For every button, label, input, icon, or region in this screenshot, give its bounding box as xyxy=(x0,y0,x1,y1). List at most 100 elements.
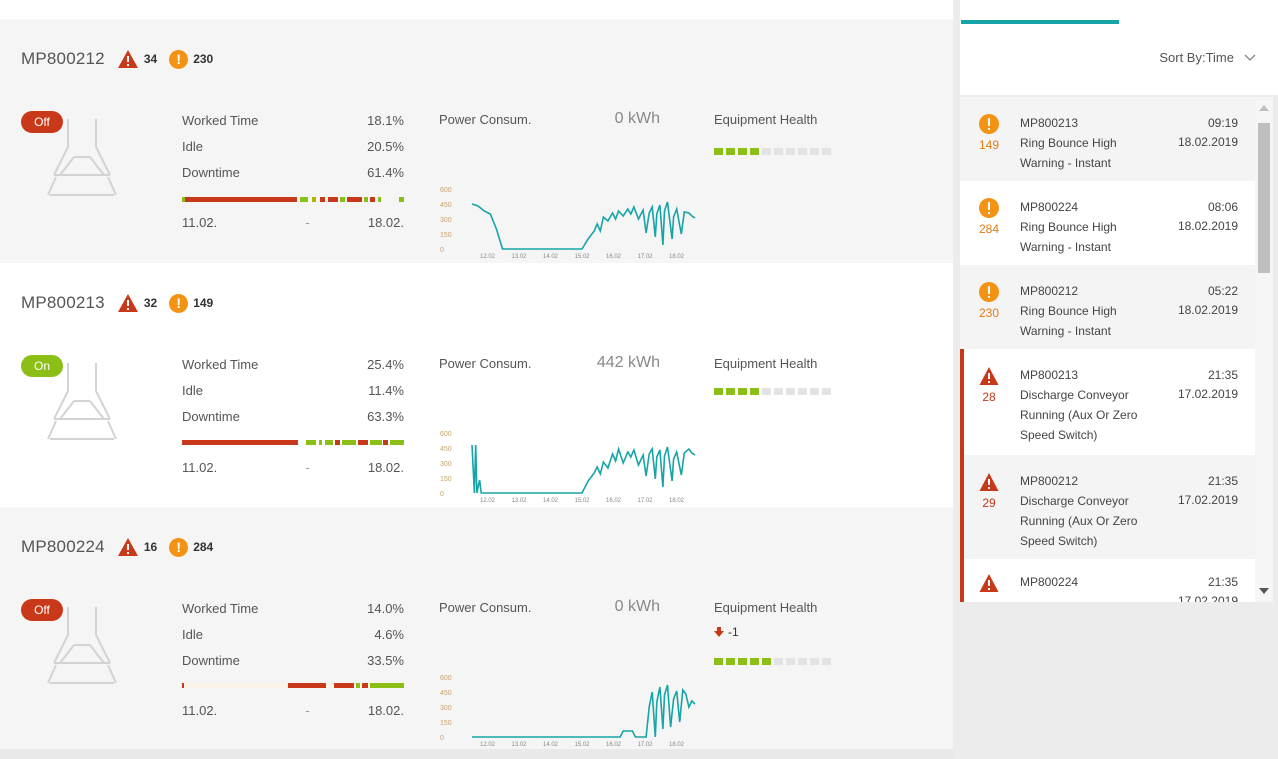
date-from: 11.02. xyxy=(182,215,218,230)
alert-count: 149 xyxy=(978,138,1000,152)
machine-header: MP800213 32 149 xyxy=(21,291,213,315)
health-segment xyxy=(822,658,831,665)
stat-value: 33.5% xyxy=(367,653,404,668)
alert-count: 284 xyxy=(978,222,1000,236)
health-segment xyxy=(726,658,735,665)
critical-alarm-icon xyxy=(117,294,138,312)
alert-date-value: 18.02.2019 xyxy=(1177,303,1238,317)
machine-id[interactable]: MP800224 xyxy=(21,537,105,557)
x-tick-label: 18.02 xyxy=(669,742,685,747)
machine-card[interactable]: MP800224 16 284 Off Worked Time14.0% Idl… xyxy=(0,507,953,749)
y-tick-label: 300 xyxy=(440,217,452,224)
crusher-icon xyxy=(47,363,117,440)
alert-item[interactable]: MP800224 21:35 17.02.2019 xyxy=(960,559,1255,602)
alert-machine: MP800224 xyxy=(1020,200,1079,214)
work-timeline-bar xyxy=(182,683,404,688)
alert-time-value: 09:19 xyxy=(1207,116,1238,130)
health-segment xyxy=(810,658,819,665)
alert-text: Ring Bounce High Warning - Instant xyxy=(1020,136,1117,170)
alert-machine: MP800212 xyxy=(1020,474,1079,488)
x-tick-label: 13.02 xyxy=(512,498,528,503)
alert-item[interactable]: 149 MP800213 Ring Bounce High Warning - … xyxy=(960,97,1255,181)
x-tick-label: 17.02 xyxy=(638,498,654,503)
power-series-line xyxy=(472,684,696,738)
health-segment xyxy=(738,388,747,395)
alert-item[interactable]: 28 MP800213 Discharge Conveyor Running (… xyxy=(960,349,1255,455)
alert-time: 05:22 18.02.2019 xyxy=(1150,282,1238,320)
warning-icon xyxy=(169,293,189,313)
alert-time-value: 21:35 xyxy=(1207,474,1238,488)
alert-list-scrollbar[interactable] xyxy=(1255,97,1273,602)
stat-value: 11.4% xyxy=(368,383,404,398)
stat-label: Idle xyxy=(182,627,203,642)
time-stats: Worked Time 14.0% Idle 4.6% Downtime 33.5% xyxy=(182,600,404,678)
health-segment xyxy=(786,658,795,665)
warning-count: 284 xyxy=(193,540,214,554)
y-tick-label: 600 xyxy=(440,675,452,682)
time-stats: Worked Time 25.4% Idle 11.4% Downtime 63.3% xyxy=(182,356,404,434)
critical-alarm-icon xyxy=(979,473,999,491)
y-tick-label: 0 xyxy=(440,247,444,254)
warning-count: 230 xyxy=(193,52,214,66)
y-tick-label: 150 xyxy=(440,476,452,483)
health-bar xyxy=(714,388,831,395)
work-timeline-bar xyxy=(182,197,404,202)
warning-icon xyxy=(169,537,189,557)
y-tick-label: 450 xyxy=(440,446,452,453)
scroll-thumb[interactable] xyxy=(1258,123,1270,273)
power-label: Power Consum. xyxy=(439,600,532,615)
health-segment xyxy=(738,148,747,155)
stat-value: 61.4% xyxy=(367,165,404,180)
stat-value: 4.6% xyxy=(374,627,404,642)
date-from: 11.02. xyxy=(182,703,218,718)
critical-alarm-icon xyxy=(117,538,138,556)
y-tick-label: 0 xyxy=(440,735,444,742)
alert-count: 29 xyxy=(982,496,996,510)
x-tick-label: 14.02 xyxy=(543,254,559,259)
date-separator: - xyxy=(305,215,310,230)
alert-time-value: 05:22 xyxy=(1207,284,1238,298)
x-tick-label: 14.02 xyxy=(543,498,559,503)
machine-card[interactable]: MP800212 34 230 Off Worked Time18.1% Idl… xyxy=(0,19,953,263)
alert-time: 21:35 17.02.2019 xyxy=(1150,472,1238,510)
health-segment xyxy=(774,388,783,395)
alert-time-value: 21:35 xyxy=(1207,368,1238,382)
y-tick-label: 150 xyxy=(440,720,452,727)
warning-icon xyxy=(169,49,189,69)
alert-item[interactable]: 29 MP800212 Discharge Conveyor Running (… xyxy=(960,455,1255,559)
health-segment xyxy=(714,658,723,665)
health-segment xyxy=(726,148,735,155)
machine-id[interactable]: MP800213 xyxy=(21,293,105,313)
machine-card[interactable]: MP800213 32 149 On Worked Time25.4% Idle… xyxy=(0,263,953,507)
stat-label: Worked Time xyxy=(182,357,259,372)
machine-id[interactable]: MP800212 xyxy=(21,49,105,69)
power-series-line xyxy=(471,444,696,494)
y-tick-label: 600 xyxy=(440,431,452,438)
stat-label: Worked Time xyxy=(182,601,259,616)
x-tick-label: 16.02 xyxy=(606,742,622,747)
alert-text: Ring Bounce High Warning - Instant xyxy=(1020,304,1117,338)
crusher-icon xyxy=(47,607,117,684)
scroll-down-arrow[interactable] xyxy=(1259,588,1269,594)
health-segment xyxy=(714,388,723,395)
x-tick-label: 12.02 xyxy=(480,742,496,747)
alert-item[interactable]: 284 MP800224 Ring Bounce High Warning - … xyxy=(960,181,1255,265)
stat-value: 14.0% xyxy=(367,601,404,616)
alert-machine: MP800213 xyxy=(1020,116,1079,130)
health-segment xyxy=(774,148,783,155)
sort-dropdown[interactable]: Sort By:Time xyxy=(1159,50,1256,65)
alert-count: 28 xyxy=(982,390,996,404)
date-range: 11.02. - 18.02. xyxy=(182,460,404,475)
alert-list[interactable]: 149 MP800213 Ring Bounce High Warning - … xyxy=(960,97,1255,602)
alert-time: 08:06 18.02.2019 xyxy=(1150,198,1238,236)
alert-date-value: 17.02.2019 xyxy=(1177,594,1238,602)
y-tick-label: 450 xyxy=(440,202,452,209)
critical-alarm-icon xyxy=(979,367,999,385)
health-bar xyxy=(714,658,831,665)
health-segment xyxy=(762,658,771,665)
scroll-up-arrow[interactable] xyxy=(1259,105,1269,111)
health-segment xyxy=(786,388,795,395)
alert-item[interactable]: 230 MP800212 Ring Bounce High Warning - … xyxy=(960,265,1255,349)
alert-text: Discharge Conveyor Running (Aux Or Zero … xyxy=(1020,494,1138,548)
machine-header: MP800224 16 284 xyxy=(21,535,213,559)
